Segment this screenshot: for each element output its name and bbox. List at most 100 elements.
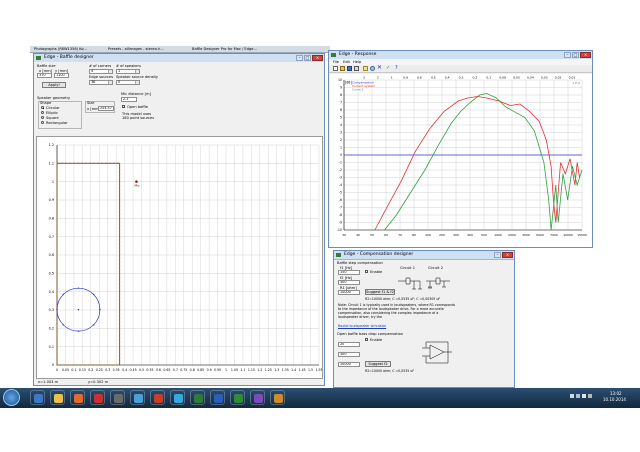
open-icon[interactable]: [340, 66, 345, 71]
size-input[interactable]: 254.57: [98, 106, 114, 111]
x-tick-label: 0.55: [146, 368, 153, 372]
y-tick-label: 0.7: [49, 235, 54, 239]
tray-network-icon[interactable]: [576, 394, 580, 398]
speaker-source-point: [99, 308, 101, 311]
chrome-icon[interactable]: [130, 390, 145, 405]
open-baffle-checkbox[interactable]: ✓: [122, 105, 126, 109]
skype-icon[interactable]: [170, 390, 185, 405]
ie-icon[interactable]: [30, 390, 45, 405]
misc-icon-glyph: [254, 394, 263, 403]
x-tick-label: 30: [342, 233, 346, 237]
app-icon[interactable]: [270, 390, 285, 405]
zoom-icon[interactable]: [370, 66, 375, 71]
mic-distance-input[interactable]: 2.3: [121, 97, 137, 102]
x-tick-label: 0.15: [79, 368, 86, 372]
shape-radio-circular[interactable]: [41, 106, 44, 109]
x-tick-label: 300: [453, 233, 459, 237]
clock-time[interactable]: 13:02: [610, 391, 622, 396]
tray-power-icon[interactable]: [588, 394, 592, 398]
corners-spinner[interactable]: 4: [89, 69, 113, 74]
baffle-x-input[interactable]: 370: [37, 73, 52, 78]
speakers-spinner[interactable]: 1: [116, 69, 140, 74]
firefox-icon[interactable]: [70, 390, 85, 405]
ob-r1-input[interactable]: 10000: [338, 362, 360, 367]
print-icon[interactable]: [354, 66, 359, 71]
speaker-geometry-label: Speaker geometry: [37, 96, 71, 100]
x-tick-label: 500: [481, 233, 487, 237]
edge-app-icon[interactable]: [150, 390, 165, 405]
menu-edit[interactable]: Edit: [343, 60, 350, 64]
edge-sources-spinner[interactable]: 36: [89, 80, 113, 85]
enable-checkbox[interactable]: [365, 270, 369, 274]
menu-help[interactable]: Help: [353, 60, 361, 64]
close-button[interactable]: ×: [502, 252, 513, 258]
apply-button[interactable]: Apply!: [42, 82, 66, 88]
maximize-button[interactable]: □: [572, 52, 579, 58]
photo-icon[interactable]: [190, 390, 205, 405]
baffle-outline-green: [56, 162, 121, 366]
minimize-button[interactable]: –: [296, 55, 303, 61]
check-icon[interactable]: ✓: [386, 66, 391, 71]
x-tick-label: 70: [398, 233, 402, 237]
background-tab-2[interactable]: Presets - allimages - stereo-h...: [108, 46, 188, 53]
explorer-icon[interactable]: [50, 390, 65, 405]
background-tab-1[interactable]: Photographs (R8W1356) Ko...: [34, 46, 104, 53]
simulator-link[interactable]: Baxtal loudspeaker simulator: [338, 324, 386, 328]
delete-icon[interactable]: ✕: [377, 65, 383, 71]
formula-text: R2=10000 ohm; C =0,0535 uF; C =0,00305 u…: [365, 297, 441, 301]
terminal-icon[interactable]: [110, 390, 125, 405]
baffle-outline-red: [56, 162, 121, 366]
excel-icon[interactable]: [230, 390, 245, 405]
shape-group: [38, 101, 82, 129]
legend-entry: Curve 1: [352, 88, 364, 92]
ob-enable-checkbox[interactable]: [365, 338, 369, 342]
close-button[interactable]: ×: [580, 52, 591, 58]
baffle-controls-panel: Baffle size x [mm] y [mm] 370 1100 Apply…: [34, 62, 324, 136]
baffle-plot-area[interactable]: 1.2 1.1 1 0.9 0.8 0.7 0.6 0.5 0.4 0.3 0.2 0.1 0 0 0.05…: [36, 136, 323, 379]
x-tick-label: 0.85: [197, 368, 204, 372]
suggest-f1-f2-button[interactable]: Suggest f1 & f2: [365, 289, 395, 295]
shape-label: Shape: [40, 101, 52, 105]
suggest-f2-button[interactable]: Suggest f2: [365, 361, 391, 367]
minimize-button[interactable]: –: [494, 252, 501, 258]
maximize-button[interactable]: □: [304, 55, 311, 61]
word-icon[interactable]: [210, 390, 225, 405]
minimize-button[interactable]: –: [564, 52, 571, 58]
x-tick-label: 0.9: [207, 368, 212, 372]
shape-radio-square[interactable]: [41, 116, 44, 119]
status-x: x=1.003 m: [38, 380, 59, 384]
baffle-y-input[interactable]: 1100: [54, 73, 69, 78]
menu-file[interactable]: File: [333, 60, 339, 64]
clock-date[interactable]: 10.10.2014: [603, 397, 626, 402]
y-tick-label: 8: [340, 93, 342, 97]
media-icon[interactable]: [90, 390, 105, 405]
tray-flag-icon[interactable]: [570, 394, 574, 398]
tray-volume-icon[interactable]: [582, 394, 586, 398]
background-tab-3[interactable]: Baffle Designer Pro for Mac / Edge...: [192, 46, 282, 53]
f1-input[interactable]: 150: [338, 270, 360, 275]
photo-icon-glyph: [194, 394, 203, 403]
source-density-spinner[interactable]: 0: [116, 80, 140, 85]
new-icon[interactable]: [333, 66, 338, 71]
save-icon[interactable]: [347, 66, 352, 71]
x-tick-label: 0.3: [105, 368, 110, 372]
ob-f2-input[interactable]: 300: [338, 352, 360, 357]
model-note-2: 180 point sources: [122, 116, 155, 120]
ob-f1-input[interactable]: 20: [338, 342, 360, 347]
r1-input[interactable]: 10000: [338, 290, 360, 295]
speaker-source-point: [77, 330, 80, 332]
response-plot-area[interactable]: 10 9 8 7 6 5 4 3 2 1 0 -1 -2 -3 -4 -5 -6 -7 -8 -9 -10 30 40 50 6…: [330, 74, 592, 247]
top-tick-label: 0,6: [417, 76, 422, 80]
f2-input[interactable]: 300: [338, 280, 360, 285]
misc-icon[interactable]: [250, 390, 265, 405]
shape-radio-elliptic[interactable]: [41, 111, 44, 114]
x-tick-label: 1.2: [257, 368, 262, 372]
shape-radio-rectangular[interactable]: [41, 121, 44, 124]
close-button[interactable]: ×: [312, 55, 323, 61]
x-tick-label: 5000: [536, 233, 544, 237]
start-icon[interactable]: [3, 389, 20, 406]
x-tick-label: 0.6: [156, 368, 161, 372]
y-tick-label: 1: [52, 180, 54, 184]
cursor-icon[interactable]: [363, 66, 368, 71]
info-icon[interactable]: ?: [395, 66, 400, 71]
